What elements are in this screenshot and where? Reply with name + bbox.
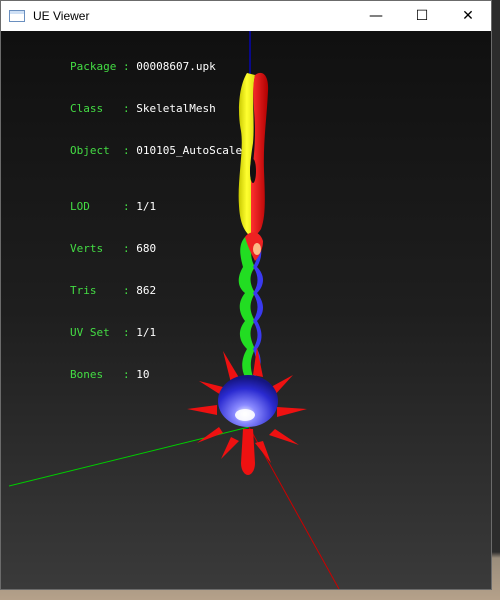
info-label: Bones (69, 368, 117, 381)
close-button[interactable]: ✕ (445, 1, 491, 31)
maximize-button[interactable]: ☐ (399, 1, 445, 31)
info-uvset: UV Set : 1/1 (69, 326, 157, 339)
mesh-info-overlay: Package : 00008607.upk Class : SkeletalM… (17, 46, 242, 396)
shaft-highlight (253, 243, 261, 255)
info-label: Package (69, 60, 117, 73)
ue-viewer-window[interactable]: UE Viewer — ☐ ✕ Package: 00008607.upk C… (0, 0, 492, 590)
info-value: 1/1 (136, 326, 157, 339)
info-class: Class : SkeletalMesh (69, 102, 216, 115)
info-value: 1/1 (136, 200, 157, 213)
info-object: Object : 010105_AutoScale (69, 144, 243, 157)
info-value: 680 (136, 242, 157, 255)
info-value: 10 (136, 368, 150, 381)
mace-ball-glare (235, 409, 255, 421)
info-verts: Verts : 680 (69, 242, 157, 255)
info-value: 862 (136, 284, 157, 297)
info-lod: LOD : 1/1 (69, 200, 157, 213)
mace-bottom-spike (241, 429, 255, 475)
info-bones: Bones : 10 (69, 368, 150, 381)
title-bar[interactable]: UE Viewer — ☐ ✕ (1, 1, 491, 31)
handle-hole (250, 159, 256, 183)
info-value: 00008607.upk (136, 60, 216, 73)
info-label: UV Set (69, 326, 117, 339)
minimize-button[interactable]: — (353, 1, 399, 31)
info-tris: Tris : 862 (69, 284, 157, 297)
info-label: Tris (69, 284, 117, 297)
window-title: UE Viewer (33, 9, 90, 23)
info-value: SkeletalMesh (136, 102, 216, 115)
info-label: Verts (69, 242, 117, 255)
window-controls: — ☐ ✕ (353, 1, 491, 31)
info-label: LOD (69, 200, 117, 213)
3d-viewport[interactable]: Package : 00008607.upk Class : SkeletalM… (1, 31, 491, 589)
info-label: Class (69, 102, 117, 115)
info-label: Object (69, 144, 117, 157)
handle-red-part (251, 72, 269, 238)
info-value: 010105_AutoScale (136, 144, 243, 157)
app-window-icon (9, 10, 25, 22)
info-package: Package : 00008607.upk (69, 60, 216, 73)
